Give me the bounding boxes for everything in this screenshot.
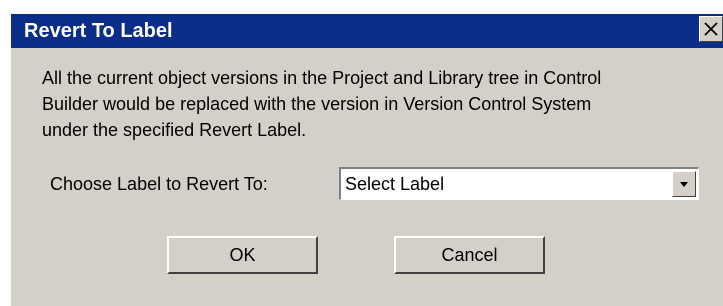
message-line-1: All the current object versions in the P… <box>42 68 602 88</box>
revert-to-label-dialog: Revert To Label All the current object v… <box>11 14 723 306</box>
dialog-message: All the current object versions in the P… <box>42 65 712 143</box>
close-icon <box>703 21 719 37</box>
choose-label-text: Choose Label to Revert To: <box>50 174 268 194</box>
dialog-titlebar[interactable]: Revert To Label <box>11 14 723 48</box>
message-line-3: under the specified Revert Label. <box>42 120 307 140</box>
dialog-title: Revert To Label <box>24 20 173 42</box>
select-value: Select Label <box>345 174 445 194</box>
dropdown-arrow-icon <box>679 175 689 193</box>
dropdown-button[interactable] <box>672 171 696 197</box>
close-button[interactable] <box>699 16 723 42</box>
cancel-button[interactable]: Cancel <box>394 236 545 274</box>
message-line-2: Builder would be replaced with the versi… <box>42 94 592 114</box>
ok-button[interactable]: OK <box>167 236 318 274</box>
revert-label-select[interactable]: Select Label <box>339 167 699 200</box>
